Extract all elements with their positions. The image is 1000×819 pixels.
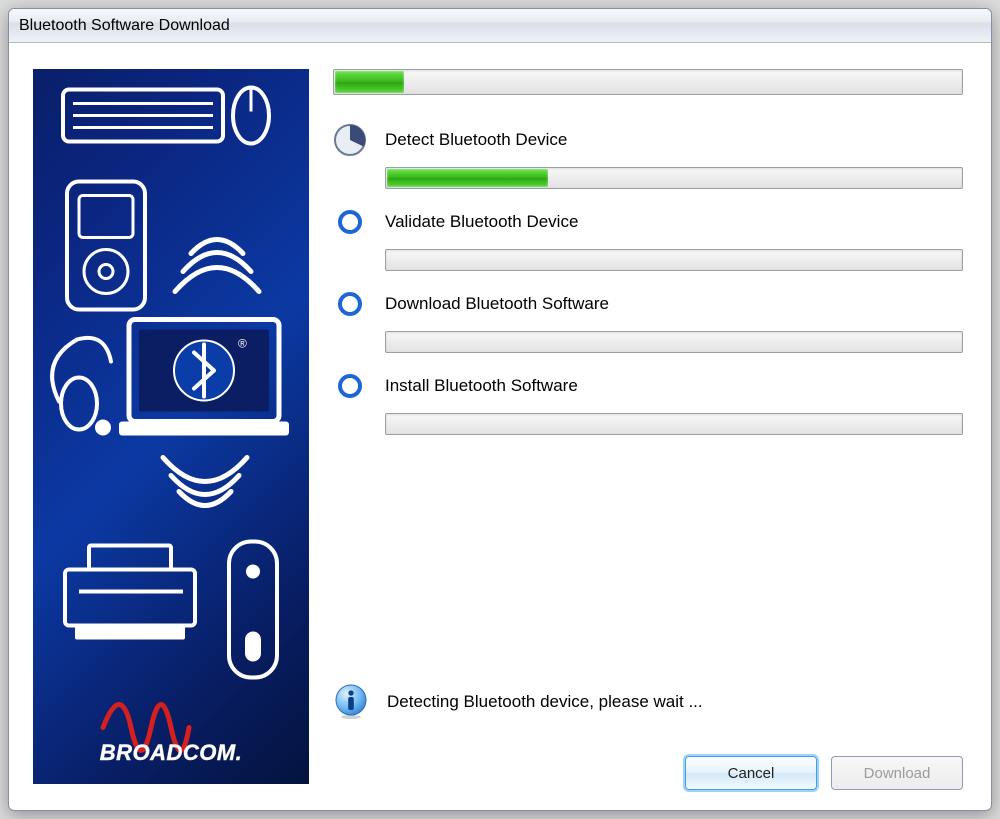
sidebar-artwork: ® [33, 69, 309, 784]
overall-progress-fill [335, 71, 404, 93]
button-row: Cancel Download [685, 756, 963, 790]
pie-progress-icon [333, 123, 367, 157]
step-label: Validate Bluetooth Device [385, 212, 578, 232]
info-icon [333, 684, 369, 720]
step-detect: Detect Bluetooth Device [333, 123, 963, 189]
dialog-window: Bluetooth Software Download [8, 8, 992, 811]
step-progress-bar [385, 249, 963, 271]
status-message: Detecting Bluetooth device, please wait … [387, 692, 703, 712]
step-progress-bar [385, 167, 963, 189]
step-progress-bar [385, 413, 963, 435]
circle-pending-icon [338, 374, 362, 398]
brand-logo: BROADCOM. [33, 740, 309, 766]
step-label: Install Bluetooth Software [385, 376, 578, 396]
step-progress-fill [387, 169, 548, 187]
step-download: Download Bluetooth Software [333, 287, 963, 353]
info-row: Detecting Bluetooth device, please wait … [333, 684, 963, 720]
brand-name: BROADCOM. [100, 740, 243, 765]
step-label: Download Bluetooth Software [385, 294, 609, 314]
cancel-button[interactable]: Cancel [685, 756, 817, 790]
download-button[interactable]: Download [831, 756, 963, 790]
step-install: Install Bluetooth Software [333, 369, 963, 435]
title-bar[interactable]: Bluetooth Software Download [9, 9, 991, 43]
overall-progress-bar [333, 69, 963, 95]
svg-text:®: ® [238, 337, 247, 351]
step-label: Detect Bluetooth Device [385, 130, 567, 150]
client-area: ® [9, 43, 991, 810]
step-progress-bar [385, 331, 963, 353]
main-panel: Detect Bluetooth Device Validate Bluetoo… [309, 43, 991, 810]
circle-pending-icon [338, 210, 362, 234]
circle-pending-icon [338, 292, 362, 316]
bluetooth-devices-art-icon: ® [33, 69, 309, 784]
window-title: Bluetooth Software Download [19, 17, 230, 35]
step-validate: Validate Bluetooth Device [333, 205, 963, 271]
